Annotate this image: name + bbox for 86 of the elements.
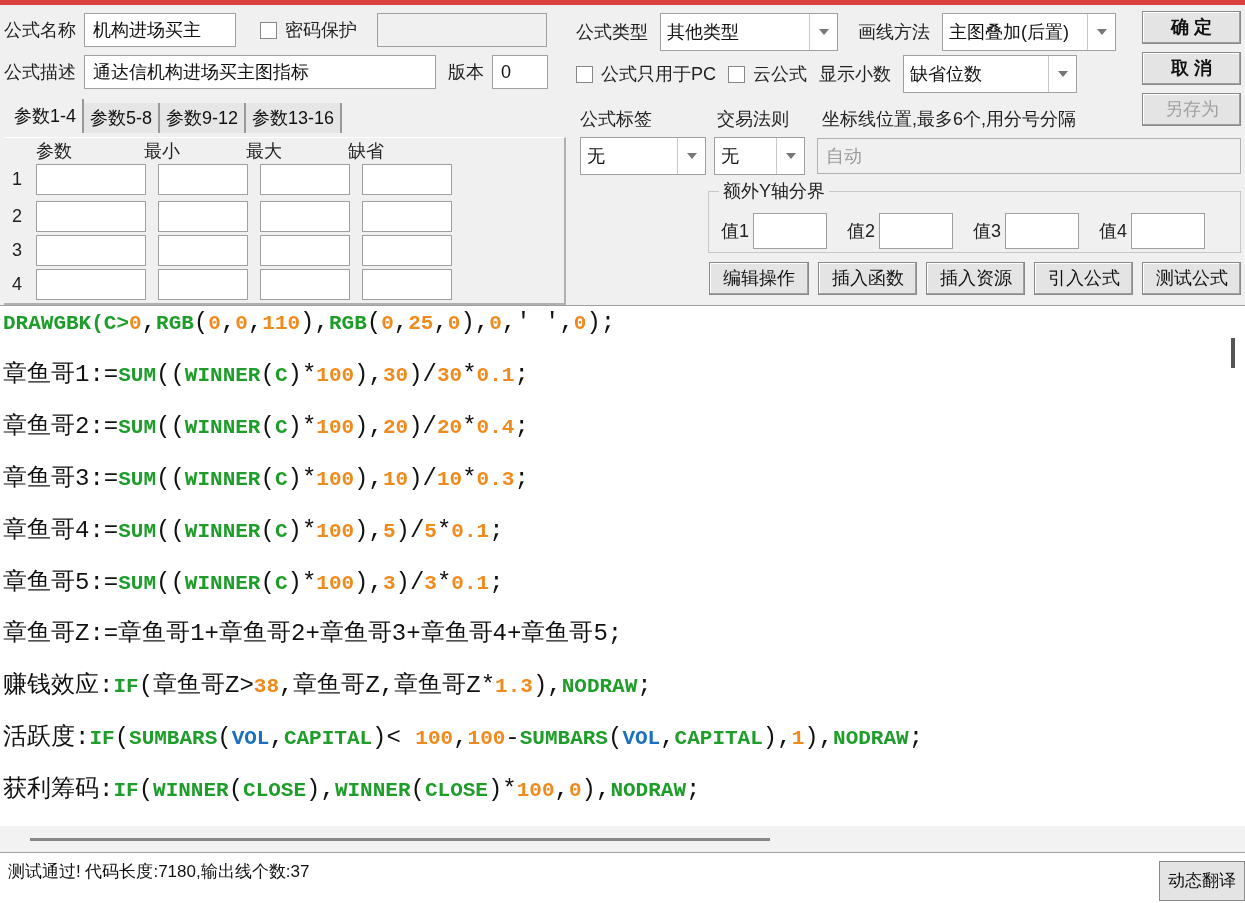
code-line: 章鱼哥Z:=章鱼哥1+章鱼哥2+章鱼哥3+章鱼哥4+章鱼哥5;	[3, 619, 623, 650]
caret-icon	[1096, 29, 1107, 35]
input-field[interactable]	[362, 269, 452, 300]
input-field[interactable]	[158, 269, 248, 300]
dropdown[interactable]: 其他类型	[660, 13, 838, 51]
checkbox-label: 云公式	[753, 62, 807, 86]
button[interactable]: 取 消	[1142, 52, 1241, 85]
field-label: 值1	[721, 219, 749, 243]
input-field[interactable]	[158, 164, 248, 195]
input-field[interactable]	[879, 213, 954, 249]
row-number: 1	[12, 168, 23, 191]
input-field[interactable]	[362, 235, 452, 266]
row-number: 4	[12, 273, 23, 296]
input-field[interactable]: 机构进场买主	[84, 13, 236, 47]
row-number: 2	[12, 205, 23, 228]
dropdown[interactable]: 主图叠加(后置)	[942, 13, 1116, 51]
input-field[interactable]	[753, 213, 827, 249]
input-field[interactable]	[36, 269, 146, 300]
field-label: 值4	[1099, 219, 1128, 243]
input-field[interactable]: 0	[492, 55, 548, 89]
code-line: 赚钱效应:IF(章鱼哥Z>38,章鱼哥Z,章鱼哥Z*1.3),NODRAW;	[3, 671, 652, 702]
field-label: 公式描述	[4, 60, 76, 84]
code-line: 章鱼哥5:=SUM((WINNER(C)*100),3)/3*0.1;	[3, 567, 504, 598]
button[interactable]: 引入公式	[1034, 262, 1133, 295]
button[interactable]: 动态翻译	[1159, 861, 1245, 901]
caret-icon	[686, 153, 697, 159]
input-field[interactable]	[36, 201, 146, 232]
field-label: 公式名称	[4, 18, 76, 42]
input-field[interactable]	[36, 164, 146, 195]
field-label: 画线方法	[858, 20, 930, 44]
column-header: 最小	[144, 142, 181, 160]
code-line: 活跃度:IF(SUMBARS(VOL,CAPITAL)< 100,100-SUMBARS(VOL,CAPITAL),1),NODRAW;	[3, 723, 924, 754]
input-field[interactable]: 自动	[817, 138, 1241, 174]
column-header: 参数	[35, 142, 73, 160]
button[interactable]: 编辑操作	[709, 262, 809, 295]
checkbox-label: 公式只用于PC	[601, 62, 716, 86]
input-field[interactable]	[260, 201, 350, 232]
code-line: 章鱼哥3:=SUM((WINNER(C)*100),10)/10*0.3;	[3, 463, 529, 494]
input-field[interactable]	[1005, 213, 1080, 249]
button[interactable]: 确 定	[1142, 11, 1241, 44]
checkbox[interactable]	[576, 65, 593, 83]
field-label: 显示小数	[819, 62, 891, 86]
tab[interactable]: 参数13-16	[246, 103, 343, 133]
code-line: 章鱼哥1:=SUM((WINNER(C)*100),30)/30*0.1;	[3, 359, 529, 390]
code-line: 章鱼哥2:=SUM((WINNER(C)*100),20)/20*0.4;	[3, 411, 529, 442]
tab[interactable]: 参数9-12	[160, 103, 247, 133]
checkbox-label: 密码保护	[285, 18, 357, 42]
input-field[interactable]	[260, 235, 350, 266]
column-header: 缺省	[348, 142, 385, 160]
row-number: 3	[12, 239, 23, 262]
status-message: 测试通过! 代码长度:7180,输出线个数:37	[8, 861, 310, 883]
input-field[interactable]	[377, 13, 547, 47]
input-field[interactable]: 通达信机构进场买主图指标	[84, 55, 436, 89]
column-header: 最大	[246, 142, 283, 160]
input-field[interactable]	[1131, 213, 1206, 249]
code-line: 获利筹码:IF(WINNER(CLOSE),WINNER(CLOSE)*100,0),NODRAW;	[3, 775, 701, 806]
code-line: DRAWGBK(C>0,RGB(0,0,110),RGB(0,25,0),0,' ',0);	[3, 308, 616, 338]
caret-icon	[1057, 71, 1068, 77]
field-label: 值3	[973, 219, 1002, 243]
checkbox[interactable]	[260, 21, 277, 39]
field-label: 坐标线位置,最多6个,用分号分隔	[822, 108, 1076, 131]
checkbox[interactable]	[728, 65, 745, 83]
field-label: 公式类型	[576, 20, 648, 44]
caret-icon	[785, 153, 796, 159]
tab[interactable]: 参数5-8	[84, 103, 161, 133]
button[interactable]: 插入资源	[926, 262, 1025, 295]
field-label: 版本	[448, 60, 484, 84]
input-field[interactable]	[260, 269, 350, 300]
code-editor[interactable]	[0, 305, 1245, 852]
dropdown[interactable]: 缺省位数	[903, 55, 1077, 93]
dropdown[interactable]: 无	[714, 137, 805, 175]
scrollbar-thumb	[1231, 338, 1235, 368]
input-field[interactable]	[260, 164, 350, 195]
caret-icon	[818, 29, 829, 35]
field-label: 值2	[847, 219, 876, 243]
input-field[interactable]	[362, 201, 452, 232]
input-field[interactable]	[158, 235, 248, 266]
field-label: 公式标签	[580, 108, 653, 131]
input-field[interactable]	[36, 235, 146, 266]
button[interactable]: 插入函数	[818, 262, 917, 295]
button[interactable]: 测试公式	[1142, 262, 1241, 295]
input-field[interactable]	[158, 201, 248, 232]
field-label: 交易法则	[717, 108, 790, 131]
dropdown[interactable]: 无	[580, 137, 706, 175]
input-field[interactable]	[362, 164, 452, 195]
code-line: 章鱼哥4:=SUM((WINNER(C)*100),5)/5*0.1;	[3, 515, 504, 546]
